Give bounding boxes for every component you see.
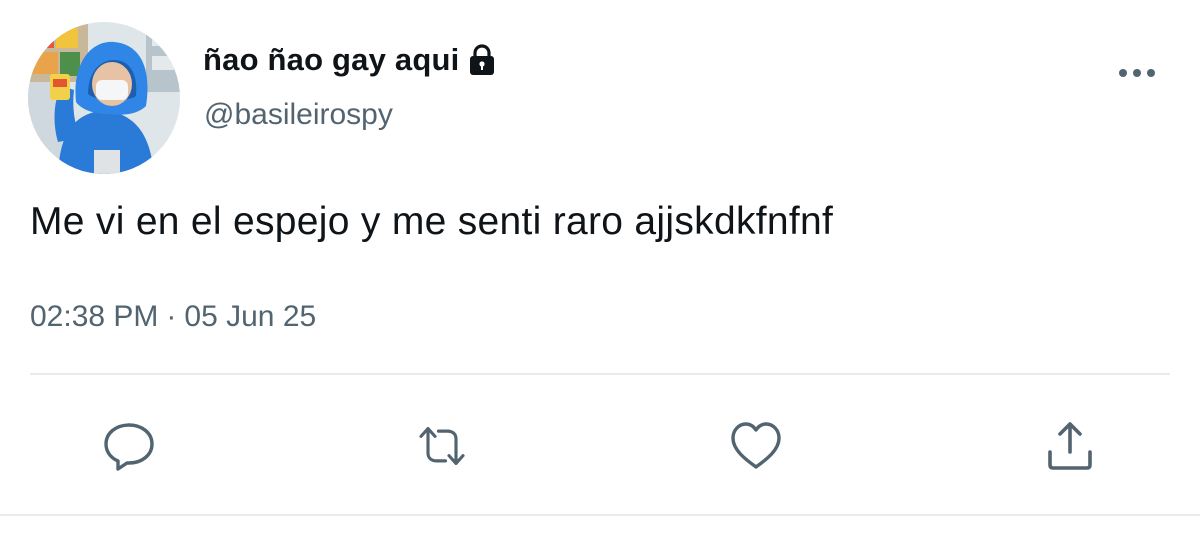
divider-bottom	[0, 514, 1200, 516]
heart-icon	[731, 422, 781, 469]
divider	[30, 373, 1170, 375]
lock-icon	[467, 44, 497, 76]
share-button[interactable]	[1042, 418, 1098, 474]
retweet-icon	[419, 426, 465, 466]
tweet-time: 02:38 PM	[30, 300, 159, 333]
reply-button[interactable]	[101, 418, 157, 474]
like-button[interactable]	[728, 418, 784, 474]
author-name-row[interactable]: ñao ñao gay aqui	[203, 38, 497, 82]
tweet-text: Me vi en el espejo y me senti raro ajjsk…	[30, 200, 834, 243]
retweet-button[interactable]	[414, 418, 470, 474]
more-dots-icon	[1119, 69, 1155, 77]
reply-bubble-icon	[104, 423, 154, 471]
avatar[interactable]	[28, 22, 180, 174]
more-options-button[interactable]	[1112, 58, 1162, 88]
tweet-date: 05 Jun 25	[184, 300, 317, 333]
display-name[interactable]: ñao ñao gay aqui	[203, 42, 459, 78]
tweet-timestamp[interactable]: 02:38 PM · 05 Jun 25	[30, 300, 316, 334]
meta-separator: ·	[166, 300, 177, 333]
username-handle[interactable]: @basileirospy	[204, 98, 393, 132]
share-upload-icon	[1048, 422, 1092, 470]
avatar-photo	[28, 22, 180, 174]
